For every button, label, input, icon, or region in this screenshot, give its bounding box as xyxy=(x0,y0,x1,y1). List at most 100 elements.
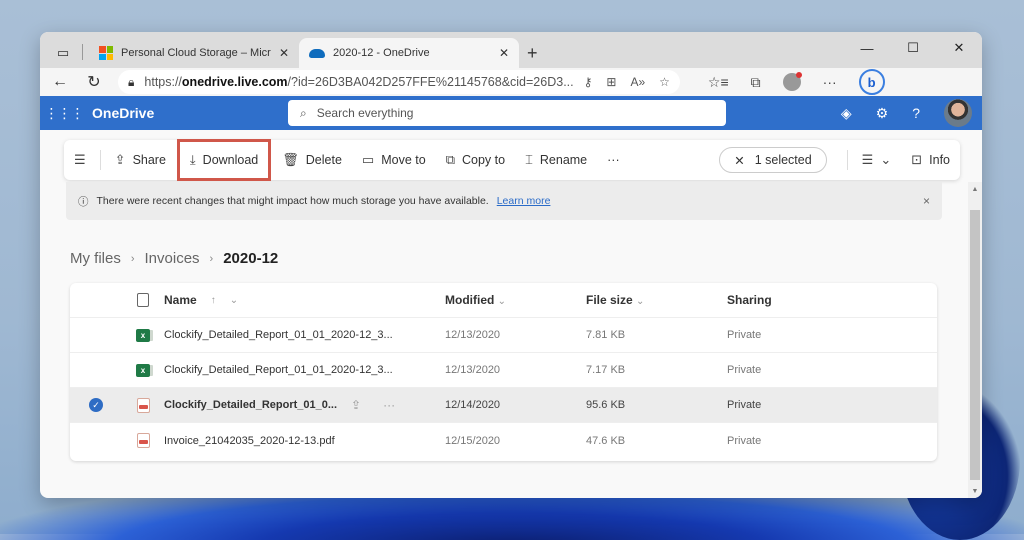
favorites-icon[interactable]: ☆≡ xyxy=(708,74,729,91)
sort-ascending-icon: ↑ xyxy=(210,294,216,306)
app-name[interactable]: OneDrive xyxy=(88,105,288,121)
collections-icon[interactable]: ⧉ xyxy=(751,74,761,91)
storage-notice-banner: ⓘ There were recent changes that might i… xyxy=(66,182,942,220)
new-tab-button[interactable]: + xyxy=(519,38,546,68)
file-modified: 12/13/2020 xyxy=(445,364,501,376)
nav-menu-button[interactable]: ☰ xyxy=(64,140,96,180)
delete-button[interactable]: 🗑︎ Delete xyxy=(272,140,352,180)
pdf-file-icon xyxy=(136,433,150,448)
file-row[interactable]: x Clockify_Detailed_Report_01_01_2020-12… xyxy=(70,318,937,353)
notice-text: There were recent changes that might imp… xyxy=(96,195,489,207)
file-row[interactable]: x Clockify_Detailed_Report_01_01_2020-12… xyxy=(70,353,937,388)
view-list-icon: ☰ xyxy=(861,152,874,167)
help-icon[interactable]: ? xyxy=(912,105,920,121)
lock-icon: 🔒︎ xyxy=(128,74,135,89)
vertical-scrollbar[interactable]: ▲ ▼ xyxy=(968,182,982,498)
more-actions-icon[interactable]: ··· xyxy=(383,398,395,412)
file-sharing[interactable]: Private xyxy=(727,399,761,411)
scroll-up-arrow-icon[interactable]: ▲ xyxy=(968,186,982,193)
rename-icon: ⌶ xyxy=(525,152,533,167)
file-name[interactable]: Clockify_Detailed_Report_01_0... xyxy=(164,399,337,411)
onedrive-cloud-icon xyxy=(309,48,325,58)
share-button[interactable]: ⇪ Share xyxy=(105,140,176,180)
breadcrumb-my-files[interactable]: My files xyxy=(70,250,121,267)
microsoft-logo-icon xyxy=(99,46,113,60)
column-header-modified[interactable]: Modified ⌄ xyxy=(445,293,586,307)
refresh-button[interactable]: ↻ xyxy=(84,72,104,92)
move-to-button[interactable]: ▭ Move to xyxy=(352,140,436,180)
scroll-down-arrow-icon[interactable]: ▼ xyxy=(968,488,982,495)
tab-onedrive[interactable]: 2020-12 - OneDrive ✕ xyxy=(299,38,519,68)
add-favorite-icon[interactable]: ☆ xyxy=(659,75,670,89)
bing-chat-icon[interactable]: b xyxy=(858,69,885,95)
column-header-name[interactable]: Name ↑ ⌄ xyxy=(164,293,445,307)
column-header-sharing[interactable]: Sharing xyxy=(727,293,772,307)
app-launcher-icon[interactable]: ⋮⋮⋮ xyxy=(40,105,88,122)
search-box[interactable]: ⌕ Search everything xyxy=(288,100,726,126)
learn-more-link[interactable]: Learn more xyxy=(497,195,551,207)
tab-personal-cloud-storage[interactable]: Personal Cloud Storage – Microso ✕ xyxy=(89,38,299,68)
read-aloud-icon[interactable]: A» xyxy=(630,75,645,89)
share-file-icon[interactable]: ⇪ xyxy=(351,398,361,412)
close-tab-icon[interactable]: ✕ xyxy=(279,46,289,60)
breadcrumb: My files › Invoices › 2020-12 xyxy=(70,250,278,267)
tab-bar: ▭ Personal Cloud Storage – Microso ✕ 202… xyxy=(40,32,982,68)
file-list: Name ↑ ⌄ Modified ⌄ File size ⌄ Sharing x … xyxy=(70,283,937,461)
search-placeholder: Search everything xyxy=(316,106,414,120)
file-size: 47.6 KB xyxy=(586,434,626,447)
settings-gear-icon[interactable]: ⚙ xyxy=(876,105,889,122)
key-icon[interactable]: ⚷ xyxy=(584,75,593,89)
file-sharing[interactable]: Private xyxy=(727,435,761,447)
info-pane-icon: ⊡ xyxy=(911,152,923,167)
profile-icon[interactable] xyxy=(782,72,802,91)
search-icon: ⌕ xyxy=(300,105,307,120)
copy-to-button[interactable]: ⧉ Copy to xyxy=(436,140,515,180)
maximize-button[interactable]: ☐ xyxy=(890,32,936,64)
pdf-file-icon xyxy=(136,397,150,413)
user-avatar[interactable] xyxy=(944,99,972,127)
column-header-file-size[interactable]: File size ⌄ xyxy=(586,293,727,307)
dismiss-notice-button[interactable]: × xyxy=(923,194,930,208)
command-bar: ☰ ⇪ Share ⤓ Download 🗑︎ Delete ▭ Move to ⧉ Co… xyxy=(64,139,960,181)
download-button[interactable]: ⤓ Download xyxy=(176,139,272,181)
info-icon: ⓘ xyxy=(78,195,89,208)
rename-button[interactable]: ⌶ Rename xyxy=(515,140,597,180)
address-bar[interactable]: 🔒︎ https://onedrive.live.com/?id=26D3BA0… xyxy=(118,70,680,94)
more-commands-button[interactable]: ··· xyxy=(597,140,630,180)
tab-title: 2020-12 - OneDrive xyxy=(333,47,430,59)
tab-actions-icon[interactable]: ▭ xyxy=(50,38,76,68)
file-sharing[interactable]: Private xyxy=(727,364,761,376)
file-name[interactable]: Clockify_Detailed_Report_01_01_2020-12_3… xyxy=(164,329,393,341)
chevron-down-icon: ⌄ xyxy=(497,296,507,307)
premium-diamond-icon[interactable]: ◈ xyxy=(841,105,852,122)
share-icon: ⇪ xyxy=(114,152,126,167)
url-text[interactable]: https://onedrive.live.com/?id=26D3BA042D… xyxy=(144,75,573,89)
info-button[interactable]: ⊡ Info xyxy=(901,140,960,180)
file-modified: 12/13/2020 xyxy=(445,329,501,341)
chevron-down-icon: ⌄ xyxy=(229,294,239,306)
file-size: 7.17 KB xyxy=(586,364,626,376)
scrollbar-thumb[interactable] xyxy=(970,210,980,480)
breadcrumb-current: 2020-12 xyxy=(223,250,279,267)
chevron-down-icon: ⌄ xyxy=(880,152,892,167)
file-row[interactable]: Invoice_21042035_2020-12-13.pdf 12/15/20… xyxy=(70,423,937,458)
file-name[interactable]: Invoice_21042035_2020-12-13.pdf xyxy=(164,435,335,447)
close-window-button[interactable]: ✕ xyxy=(936,32,982,64)
view-options-button[interactable]: ☰ ⌄ xyxy=(852,140,902,180)
more-options-icon[interactable]: ··· xyxy=(823,74,837,90)
tab-title: Personal Cloud Storage – Microso xyxy=(121,47,271,59)
minimize-button[interactable]: — xyxy=(844,32,890,64)
file-type-icon[interactable] xyxy=(137,293,149,307)
close-icon: ✕ xyxy=(734,153,745,168)
clear-selection-button[interactable]: ✕ 1 selected xyxy=(719,147,827,173)
breadcrumb-invoices[interactable]: Invoices xyxy=(145,250,200,267)
back-button[interactable]: ← xyxy=(50,73,70,91)
selected-checkmark-icon[interactable]: ✓ xyxy=(89,398,103,412)
browser-window: ▭ Personal Cloud Storage – Microso ✕ 202… xyxy=(40,32,982,498)
excel-file-icon: x xyxy=(136,363,150,377)
app-available-icon[interactable]: ⊞ xyxy=(606,75,616,89)
file-name[interactable]: Clockify_Detailed_Report_01_01_2020-12_3… xyxy=(164,364,393,376)
file-sharing[interactable]: Private xyxy=(727,329,761,341)
close-tab-icon[interactable]: ✕ xyxy=(499,46,509,60)
file-row-selected[interactable]: ✓ Clockify_Detailed_Report_01_0... ⇪ ··· 1… xyxy=(70,388,937,423)
